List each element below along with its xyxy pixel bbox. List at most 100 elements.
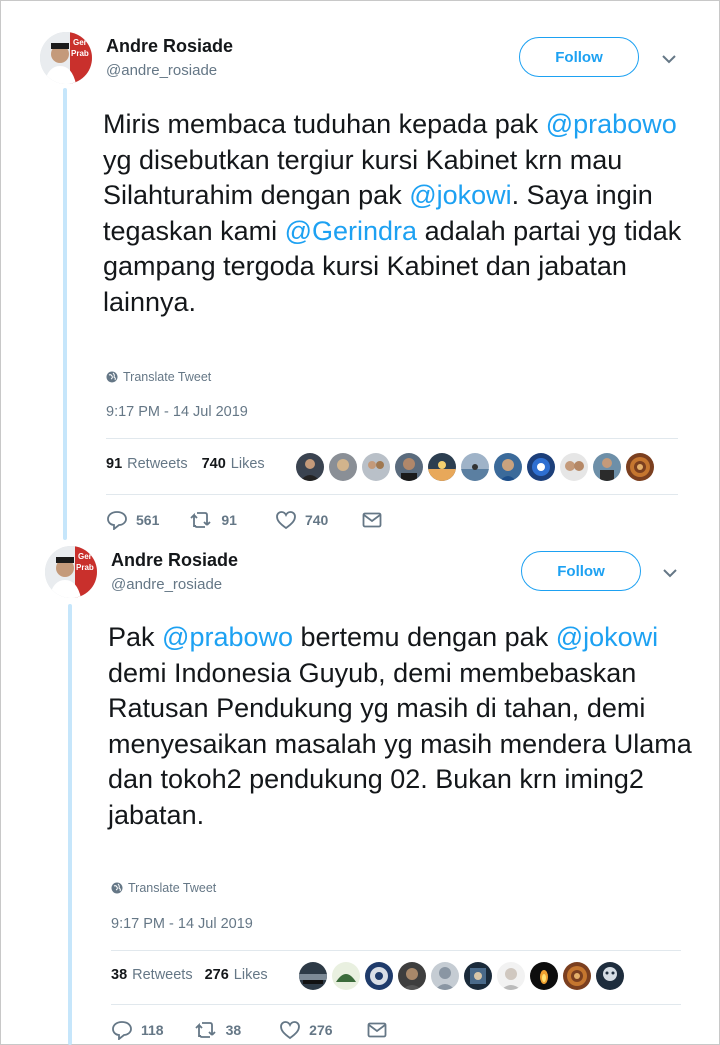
like-button[interactable]: 276 [279,1020,333,1040]
likes-label: Likes [233,967,268,983]
globe-icon [111,882,123,894]
retweet-count: 91 [221,512,237,528]
retweet-button[interactable]: 91 [189,511,237,529]
author-handle[interactable]: @andre_rosiade [106,62,217,79]
liker-avatar[interactable] [563,962,591,990]
liker-avatar[interactable] [626,453,654,481]
timestamp[interactable]: 9:17 PM - 14 Jul 2019 [111,916,253,932]
liker-avatar[interactable] [497,962,525,990]
avatar[interactable]: Ger Prab [45,546,97,598]
likes-stat[interactable]: 276 Likes [205,967,268,983]
liker-avatar[interactable] [362,453,390,481]
translate-tweet-link[interactable]: Translate Tweet [106,370,211,384]
tweet-text-segment: bertemu dengan pak [293,622,556,652]
tweet-text: Miris membaca tuduhan kepada pak @prabow… [103,107,688,320]
divider [111,950,681,951]
liker-avatar[interactable] [329,453,357,481]
avatar[interactable]: Ger Prab [40,32,92,84]
retweet-icon [190,512,211,528]
envelope-icon [362,512,382,528]
divider [111,1004,681,1005]
svg-text:Ger: Ger [73,38,87,47]
heart-icon [276,511,296,530]
liker-avatar[interactable] [296,453,324,481]
chevron-down-icon[interactable] [661,564,679,582]
likes-count: 276 [204,967,229,983]
divider [106,494,678,495]
tweet-text-segment: Miris membaca tuduhan kepada pak [103,109,546,139]
mention-link[interactable]: @jokowi [556,622,658,652]
tweet-text-segment: demi Indonesia Guyub, demi membebaskan R… [108,657,692,830]
liker-avatar[interactable] [299,962,327,990]
envelope-icon [367,1022,386,1038]
thread-line [68,604,72,1045]
translate-tweet-link[interactable]: Translate Tweet [111,881,216,895]
liker-avatar[interactable] [332,962,360,990]
svg-text:Prab: Prab [71,49,89,58]
retweet-count: 38 [225,1022,242,1038]
retweets-count: 91 [106,456,123,472]
author-name[interactable]: Andre Rosiade [106,36,233,57]
reply-button[interactable]: 561 [106,510,159,530]
divider [106,438,678,439]
retweet-icon [194,1022,216,1038]
reply-icon [107,511,127,530]
follow-button[interactable]: Follow [521,551,641,591]
likes-stat[interactable]: 740 Likes [202,456,265,472]
direct-message-button[interactable] [367,1022,387,1038]
likes-count: 740 [201,456,226,472]
retweet-button[interactable]: 38 [194,1021,242,1039]
thread-line [63,88,67,540]
liker-avatar[interactable] [464,962,492,990]
engagement-stats: 91 Retweets 740 Likes [106,456,265,472]
retweets-label: Retweets [127,456,188,472]
liker-avatars [299,962,624,990]
liker-avatar[interactable] [431,962,459,990]
follow-button[interactable]: Follow [519,37,639,77]
svg-text:Ger: Ger [78,552,92,561]
liker-avatar[interactable] [428,453,456,481]
globe-icon [106,371,118,383]
liker-avatar[interactable] [395,453,423,481]
mention-link[interactable]: @Gerindra [285,216,417,246]
liker-avatar[interactable] [527,453,555,481]
tweet-text-segment: Pak [108,622,163,652]
retweets-label: Retweets [132,967,193,983]
reply-icon [112,1021,132,1040]
retweets-stat[interactable]: 38 Retweets [111,967,193,983]
liker-avatar[interactable] [560,453,588,481]
chevron-down-icon[interactable] [660,50,678,68]
liker-avatar[interactable] [461,453,489,481]
author-handle[interactable]: @andre_rosiade [111,576,222,593]
liker-avatar[interactable] [494,453,522,481]
reply-count: 561 [136,512,160,528]
like-count: 740 [304,512,329,528]
heart-icon [280,1021,301,1040]
reply-count: 118 [141,1022,164,1038]
like-button[interactable]: 740 [275,510,328,530]
direct-message-button[interactable] [362,512,382,528]
engagement-stats: 38 Retweets 276 Likes [111,967,268,983]
reply-button[interactable]: 118 [111,1020,164,1040]
translate-label: Translate Tweet [123,370,212,384]
mention-link[interactable]: @jokowi [409,180,511,210]
retweets-stat[interactable]: 91 Retweets [106,456,188,472]
author-name[interactable]: Andre Rosiade [111,550,238,571]
timestamp[interactable]: 9:17 PM - 14 Jul 2019 [106,404,248,420]
like-count: 276 [309,1022,333,1038]
tweet-actions: 118 38 276 [111,1020,387,1040]
liker-avatar[interactable] [596,962,624,990]
liker-avatars [296,453,654,481]
liker-avatar[interactable] [398,962,426,990]
tweet-text: Pak @prabowo bertemu dengan pak @jokowi … [108,620,693,833]
liker-avatar[interactable] [530,962,558,990]
likes-label: Likes [230,456,265,472]
liker-avatar[interactable] [593,453,621,481]
tweet-actions: 561 91 740 [106,510,382,530]
liker-avatar[interactable] [365,962,393,990]
retweets-count: 38 [111,967,128,983]
mention-link[interactable]: @prabowo [162,622,293,652]
mention-link[interactable]: @prabowo [546,109,677,139]
svg-text:Prab: Prab [76,563,94,572]
translate-label: Translate Tweet [128,881,217,895]
